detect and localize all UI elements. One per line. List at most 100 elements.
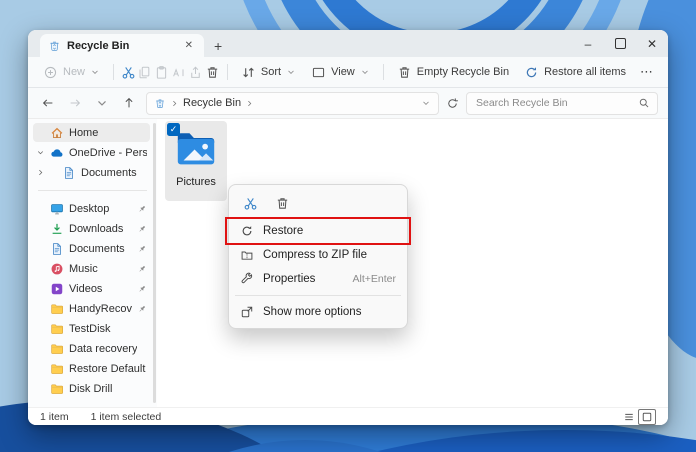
search-input[interactable]	[474, 96, 633, 110]
chevron-down-icon	[360, 67, 370, 77]
breadcrumb-item-recycle-bin[interactable]: Recycle Bin	[183, 97, 241, 109]
address-dropdown-button[interactable]	[421, 98, 431, 108]
cut-icon	[121, 65, 136, 80]
context-menu-item-properties[interactable]: Properties Alt+Enter	[233, 267, 403, 291]
file-item-pictures[interactable]: ✓ Pictures	[165, 121, 227, 201]
show-more-icon	[240, 305, 254, 319]
sidebar-item-music[interactable]: Music	[33, 259, 150, 278]
item-count: 1 item	[40, 410, 69, 423]
sidebar-item-disk-drill[interactable]: Disk Drill	[33, 379, 150, 398]
view-button[interactable]: View	[304, 60, 377, 84]
sidebar-item-label: HandyRecovery	[69, 302, 132, 315]
menu-item-label: Show more options	[263, 306, 362, 318]
context-menu-item-show-more-options[interactable]: Show more options	[233, 300, 403, 324]
restore-all-items-label: Restore all items	[544, 66, 626, 78]
recent-locations-button[interactable]	[92, 93, 112, 113]
sidebar-item-label: Desktop	[69, 202, 110, 215]
sidebar-item-label: Data recovery	[69, 342, 138, 355]
breadcrumb[interactable]: Recycle Bin	[146, 91, 439, 115]
sidebar-item-restore-default-loca[interactable]: Restore Default Loca	[33, 359, 150, 378]
sidebar-item-onedrive-personal[interactable]: OneDrive - Personal	[33, 143, 150, 162]
sidebar-item-videos[interactable]: Videos	[33, 279, 150, 298]
minimize-button[interactable]: –	[572, 30, 604, 57]
sidebar-item-downloads[interactable]: Downloads	[33, 219, 150, 238]
chevron-right-icon	[170, 99, 179, 108]
window-controls: – ✕	[572, 30, 668, 57]
share-icon	[188, 65, 203, 80]
sidebar-item-data-recovery[interactable]: Data recovery	[33, 339, 150, 358]
list-view-icon	[623, 411, 635, 423]
folder-icon	[50, 302, 64, 316]
back-button[interactable]	[38, 93, 58, 113]
desktop: Recycle Bin ✕ + – ✕ New Sort View Empty …	[0, 0, 696, 452]
sidebar-item-label: Videos	[69, 282, 103, 295]
cut-button[interactable]	[120, 60, 136, 84]
sidebar-item-chevron[interactable]	[36, 168, 47, 177]
sidebar-scrollbar[interactable]	[153, 123, 156, 403]
thumbnail-view-icon	[641, 411, 653, 423]
sidebar-item-home[interactable]: Home	[33, 123, 150, 142]
arrow-left-icon	[41, 96, 55, 110]
search-box[interactable]	[466, 91, 658, 115]
context-menu: Restore Compress to ZIP file Properties …	[225, 184, 411, 329]
toolbar-divider	[382, 64, 384, 80]
maximize-icon	[614, 38, 626, 49]
paste-button[interactable]	[154, 60, 170, 84]
address-bar: Recycle Bin	[28, 88, 668, 119]
sort-button[interactable]: Sort	[234, 60, 303, 84]
videos-icon	[50, 282, 64, 296]
sidebar-item-chevron[interactable]	[36, 148, 47, 157]
sidebar-item-label: Documents	[81, 166, 137, 179]
command-toolbar: New Sort View Empty Recycle Bin Restore …	[28, 57, 668, 88]
sidebar-item-label: TestDisk	[69, 322, 111, 335]
delete-button[interactable]	[205, 60, 221, 84]
share-button[interactable]	[188, 60, 204, 84]
explorer-body: Home OneDrive - Personal	[28, 119, 668, 407]
tab-close-button[interactable]: ✕	[182, 39, 196, 52]
close-button[interactable]: ✕	[636, 30, 668, 57]
item-checkbox[interactable]: ✓	[167, 123, 180, 136]
new-tab-button[interactable]: +	[214, 38, 222, 54]
sort-icon	[241, 65, 256, 80]
restore-all-items-button[interactable]: Restore all items	[517, 60, 633, 84]
quick-action-button[interactable]	[237, 192, 263, 214]
arrow-up-icon	[122, 96, 136, 110]
forward-button[interactable]	[65, 93, 85, 113]
empty-recycle-bin-button[interactable]: Empty Recycle Bin	[390, 60, 516, 84]
tab-recycle-bin[interactable]: Recycle Bin ✕	[40, 34, 204, 57]
context-menu-item-restore[interactable]: Restore	[225, 217, 411, 245]
chevron-down-icon	[95, 96, 109, 110]
copy-button[interactable]	[137, 60, 153, 84]
sidebar-item-handyrecovery[interactable]: HandyRecovery	[33, 299, 150, 318]
quick-action-button[interactable]	[269, 192, 295, 214]
toolbar-divider	[113, 64, 115, 80]
downloads-icon	[50, 222, 64, 236]
view-icon	[311, 65, 326, 80]
sidebar-item-documents[interactable]: Documents	[33, 163, 150, 182]
pin-icon	[137, 284, 147, 294]
details-view-button[interactable]	[623, 411, 635, 423]
sidebar-item-label: OneDrive - Personal	[69, 146, 147, 159]
context-menu-item-compress-to-zip-file[interactable]: Compress to ZIP file	[233, 243, 403, 267]
restore-all-icon	[524, 65, 539, 80]
view-toggles	[623, 408, 656, 425]
file-list-area: ✓ Pictures Restore Compress to ZIP file …	[157, 119, 668, 407]
maximize-button[interactable]	[604, 30, 636, 57]
paste-icon	[154, 65, 169, 80]
sidebar-item-desktop[interactable]: Desktop	[33, 199, 150, 218]
sidebar-item-label: Disk Drill	[69, 382, 113, 395]
rename-button[interactable]	[171, 60, 187, 84]
see-more-button[interactable]: ⋯	[634, 64, 660, 80]
music-icon	[50, 262, 64, 276]
refresh-button[interactable]	[446, 97, 459, 110]
copy-icon	[137, 65, 152, 80]
up-button[interactable]	[119, 93, 139, 113]
sidebar-item-testdisk[interactable]: TestDisk	[33, 319, 150, 338]
empty-bin-icon	[397, 65, 412, 80]
thumbnail-view-button[interactable]	[638, 408, 656, 425]
new-button[interactable]: New	[36, 60, 107, 84]
new-button-label: New	[63, 66, 86, 78]
sidebar-item-documents[interactable]: Documents	[33, 239, 150, 258]
file-explorer-window: Recycle Bin ✕ + – ✕ New Sort View Empty …	[28, 30, 668, 425]
chevron-down-icon	[421, 98, 431, 108]
